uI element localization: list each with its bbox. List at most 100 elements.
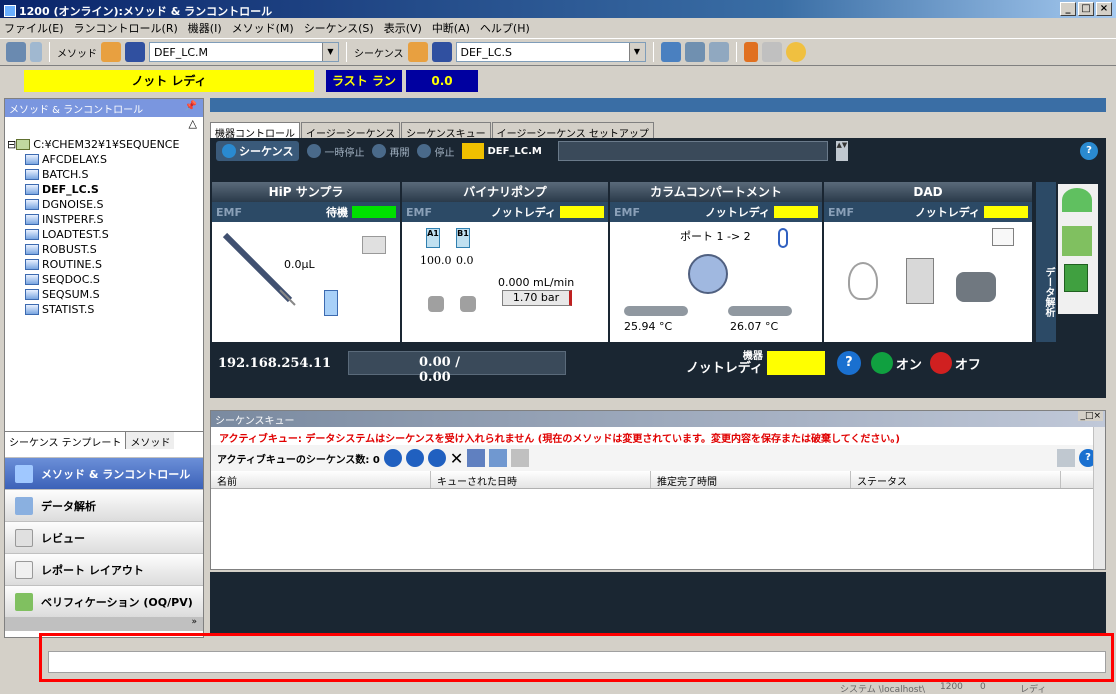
print-icon[interactable] (467, 449, 486, 467)
tab-method[interactable]: メソッド (126, 432, 175, 449)
resume-button[interactable]: 再開 (372, 144, 409, 159)
menu-help[interactable]: ヘルプ(H) (480, 20, 530, 35)
tree-item[interactable]: INSTPERF.S (7, 212, 201, 227)
nav-method-runcontrol[interactable]: メソッド & ランコントロール (5, 457, 203, 489)
menu-abort[interactable]: 中断(A) (432, 20, 470, 35)
sequence-file-icon (25, 259, 39, 270)
module-sampler: HiP サンプラ EMF 待機 0.0µL (212, 182, 400, 342)
spectrum-icon[interactable] (992, 228, 1014, 246)
menu-instrument[interactable]: 機器(I) (188, 20, 222, 35)
tree-item[interactable]: ROUTINE.S (7, 257, 201, 272)
sample-view-icon[interactable] (708, 42, 729, 62)
tree-item[interactable]: SEQDOC.S (7, 272, 201, 287)
column-queued[interactable]: キューされた日時 (431, 471, 651, 488)
layout-icon[interactable] (6, 42, 26, 62)
sequence-button[interactable]: シーケンス (216, 141, 300, 161)
menu-sequence[interactable]: シーケンス(S) (304, 20, 374, 35)
power-on-button[interactable]: オン (870, 352, 922, 374)
vial-icon[interactable] (30, 42, 42, 62)
delete-icon[interactable]: ✕ (450, 449, 463, 468)
menu-method[interactable]: メソッド(M) (232, 20, 294, 35)
sequence-file-icon (25, 229, 39, 240)
flow-rate: 0.000 mL/min (498, 276, 575, 289)
menu-file[interactable]: ファイル(E) (4, 20, 64, 35)
emf-label[interactable]: EMF (614, 206, 640, 219)
open-method-icon[interactable] (101, 42, 121, 62)
power-off-icon (929, 352, 952, 374)
print-icon[interactable] (761, 42, 782, 62)
field-spinner[interactable]: ▲▼ (835, 141, 848, 161)
data-analysis-sidebar[interactable]: データ解析 (1036, 182, 1056, 342)
tree-root[interactable]: ⊟ C:¥CHEM32¥1¥SEQUENCE (7, 137, 201, 152)
nav-panel: メソッド & ランコントロール データ解析 レビュー レポート レイアウト ベリ… (5, 457, 203, 631)
pause-queue-icon[interactable] (383, 449, 402, 467)
method-field[interactable] (557, 141, 828, 161)
nav-expand-icon[interactable]: » (5, 617, 203, 631)
tree-item[interactable]: DGNOISE.S (7, 197, 201, 212)
tree-item[interactable]: ROBUST.S (7, 242, 201, 257)
method-indicator[interactable]: DEF_LC.M (462, 143, 542, 159)
report-icon[interactable] (1064, 264, 1088, 292)
view-layout-icon[interactable] (660, 42, 681, 62)
module-header: カラムコンパートメント (610, 182, 822, 202)
review-icon (15, 528, 33, 547)
module-body: ポート 1 -> 2 25.94 °C 26.07 °C (610, 222, 822, 342)
tab-sequence-template[interactable]: シーケンス テンプレート (5, 432, 127, 449)
module-status-row: EMF ノットレディ (402, 202, 608, 222)
chevron-down-icon[interactable]: ▼ (322, 43, 338, 61)
thermometer-icon[interactable] (778, 228, 788, 248)
maximize-button[interactable]: □ (1078, 2, 1094, 16)
menu-view[interactable]: 表示(V) (384, 20, 422, 35)
column-status[interactable]: ステータス (851, 471, 1061, 488)
stop-button[interactable]: 停止 (417, 144, 454, 159)
tree-item[interactable]: AFCDELAY.S (7, 152, 201, 167)
close-button[interactable]: × (1096, 2, 1112, 16)
minimize-button[interactable]: _ (1060, 2, 1076, 16)
tree-item[interactable]: STATIST.S (7, 302, 201, 317)
power-off-button[interactable]: オフ (929, 352, 981, 374)
move-up-icon[interactable] (405, 449, 424, 467)
column-name[interactable]: 名前 (211, 471, 431, 488)
last-run-label: ラスト ラン (326, 70, 402, 92)
column-estimated[interactable]: 推定完了時間 (651, 471, 851, 488)
help-icon[interactable]: ? (1080, 142, 1098, 160)
tree-item-selected[interactable]: DEF_LC.S (7, 182, 201, 197)
tree-item[interactable]: BATCH.S (7, 167, 201, 182)
move-down-icon[interactable] (427, 449, 446, 467)
edit-icon[interactable] (489, 449, 508, 467)
nav-data-analysis[interactable]: データ解析 (5, 489, 203, 521)
menu-runcontrol[interactable]: ランコントロール(R) (74, 20, 178, 35)
queue-count: アクティブキューのシーケンス数: 0 (217, 454, 380, 466)
method-combo[interactable]: DEF_LC.M ▼ (149, 42, 339, 62)
collapse-arrow-icon[interactable]: △ (5, 117, 203, 135)
nav-verification[interactable]: ベリフィケーション (OQ/PV) (5, 585, 203, 617)
emf-label[interactable]: EMF (828, 206, 854, 219)
nav-report-layout[interactable]: レポート レイアウト (5, 553, 203, 585)
peak-icon[interactable] (1062, 188, 1092, 212)
sequence-combo[interactable]: DEF_LC.S ▼ (455, 42, 646, 62)
tree-item[interactable]: SEQSUM.S (7, 287, 201, 302)
help-icon[interactable]: ? (836, 351, 861, 375)
balance-icon[interactable] (1062, 226, 1092, 256)
nav-review[interactable]: レビュー (5, 521, 203, 553)
emf-label[interactable]: EMF (406, 206, 432, 219)
pin-icon[interactable]: 📌 (185, 101, 197, 112)
sequence-tree: ⊟ C:¥CHEM32¥1¥SEQUENCE AFCDELAY.S BATCH.… (5, 135, 203, 319)
queue-window-buttons[interactable]: _□× (1078, 411, 1103, 421)
sampler-tray-icon[interactable] (362, 236, 386, 254)
sequence-file-icon (25, 199, 39, 210)
system-view-icon[interactable] (684, 42, 705, 62)
queue-scrollbar[interactable] (1093, 427, 1105, 569)
settings-icon[interactable] (1057, 449, 1075, 467)
emf-label[interactable]: EMF (216, 206, 242, 219)
chevron-down-icon[interactable]: ▼ (628, 43, 645, 61)
pause-button[interactable]: 一時停止 (307, 144, 364, 159)
save-sequence-icon[interactable] (431, 42, 452, 62)
open-sequence-icon[interactable] (407, 42, 428, 62)
book-icon[interactable] (743, 42, 758, 62)
tree-item[interactable]: LOADTEST.S (7, 227, 201, 242)
module-header: HiP サンプラ (212, 182, 400, 202)
main-header (210, 98, 1106, 112)
save-method-icon[interactable] (125, 42, 145, 62)
lock-icon[interactable] (785, 42, 806, 62)
